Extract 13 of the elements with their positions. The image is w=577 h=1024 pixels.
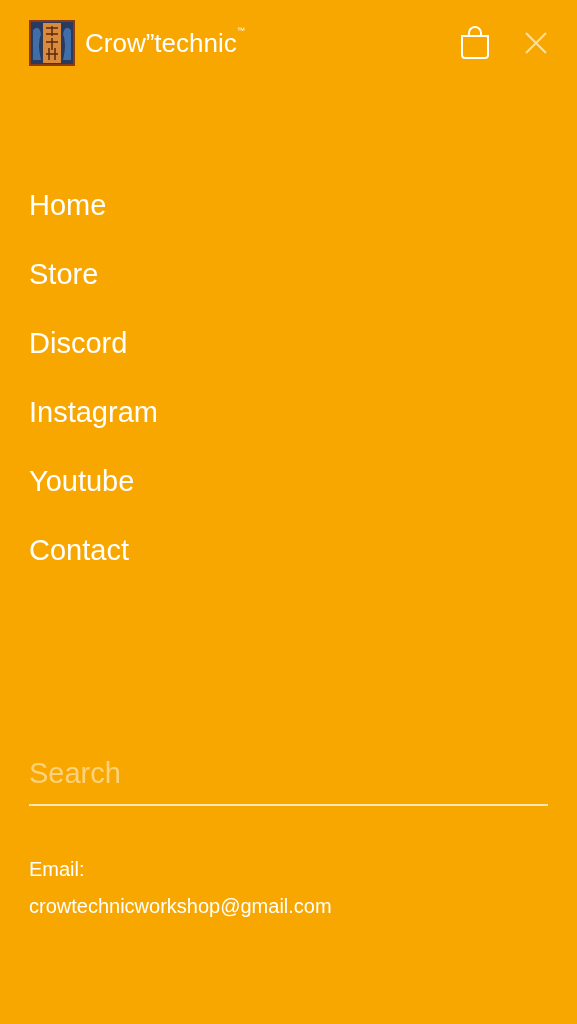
search-field[interactable]: Search (29, 757, 548, 806)
logo-icon (29, 20, 75, 66)
nav-link[interactable]: Store (29, 257, 99, 291)
nav-link[interactable]: Youtube (29, 464, 135, 498)
email-label: Email: (29, 858, 86, 881)
nav-link[interactable]: Discord (29, 326, 128, 360)
nav-link[interactable]: Contact (29, 533, 129, 567)
nav-link[interactable]: Instagram (29, 395, 158, 429)
close-button[interactable] (524, 31, 548, 55)
brand-name[interactable]: Crow”technic$^{™}$ (85, 27, 245, 59)
email-link[interactable]: crowtechnicworkshop@gmail.com (29, 895, 332, 918)
cart-button[interactable] (460, 26, 490, 60)
nav-link[interactable]: Home (29, 188, 107, 222)
